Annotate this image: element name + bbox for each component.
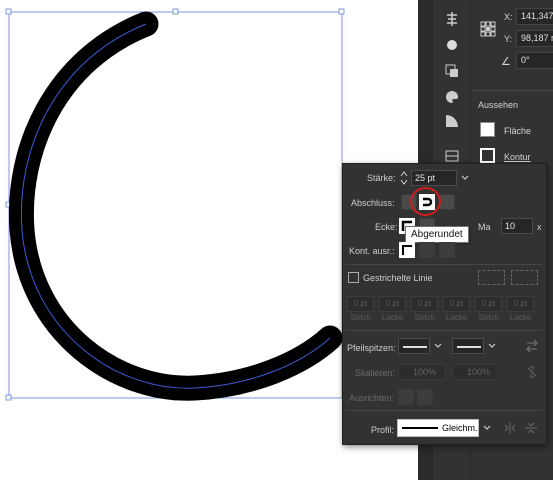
dash-field-3[interactable]: 0 pt: [475, 296, 502, 312]
gap-field-3[interactable]: 0 pt: [507, 296, 534, 312]
arrowheads-label: Pfeilspitzen:: [347, 343, 396, 353]
gradient-icon[interactable]: [441, 110, 463, 132]
chevron-down-icon[interactable]: [432, 339, 444, 353]
projecting-cap-button[interactable]: [439, 194, 455, 210]
dash-field-2[interactable]: 0 pt: [411, 296, 438, 312]
dash-field-1[interactable]: 0 pt: [347, 296, 374, 312]
gap-label-3: Lücke: [509, 313, 532, 322]
align-arrows-label: Ausrichten:: [349, 393, 395, 403]
fill-label: Fläche: [504, 126, 532, 136]
symbols-icon[interactable]: [441, 34, 463, 56]
weight-label: Stärke:: [367, 173, 396, 183]
limit-label: Ma: [478, 222, 491, 232]
arrow-tip-at-end-button[interactable]: [417, 389, 433, 405]
stroke-swatch[interactable]: [480, 148, 495, 163]
align-center-button[interactable]: [399, 242, 415, 258]
align-inside-button[interactable]: [419, 242, 435, 258]
preserve-dash-button[interactable]: [478, 270, 505, 285]
end-arrowhead-select[interactable]: [452, 338, 484, 354]
stroked-arc-path[interactable]: [8, 11, 343, 401]
reference-point-icon[interactable]: [477, 18, 499, 40]
tooltip: Abgerundet: [405, 226, 469, 243]
section-divider: [471, 90, 553, 91]
angle-icon: ∠: [501, 56, 511, 68]
chevron-down-icon[interactable]: [459, 171, 471, 185]
swap-arrowheads-icon[interactable]: [525, 339, 539, 353]
dashed-line-checkbox[interactable]: [348, 272, 359, 283]
section-divider: [346, 410, 542, 411]
x-label: X:: [504, 12, 513, 22]
align-stroke-label: Kont. ausr.:: [349, 246, 395, 256]
bbox-handle-tm[interactable]: [172, 8, 179, 15]
section-divider: [346, 264, 542, 265]
start-scale-field[interactable]: 100%: [398, 364, 446, 380]
color-palette-icon[interactable]: [441, 86, 463, 108]
x-position-field[interactable]: 141,347: [516, 8, 553, 25]
align-dash-button[interactable]: [511, 270, 538, 285]
y-label: Y:: [504, 34, 513, 44]
dash-label-1: Strich: [350, 313, 371, 322]
appearance-title: Aussehen: [478, 100, 519, 110]
scale-label: Skalieren:: [355, 368, 396, 378]
chevron-down-icon[interactable]: [486, 339, 498, 353]
fill-swatch[interactable]: [480, 122, 495, 137]
section-divider: [346, 330, 542, 331]
dashed-line-label: Gestrichelte Linie: [363, 273, 433, 283]
bbox-handle-tr[interactable]: [338, 8, 345, 15]
gap-field-1[interactable]: 0 pt: [379, 296, 406, 312]
corner-label: Ecke:: [375, 222, 398, 232]
align-icon[interactable]: [441, 8, 463, 30]
limit-field[interactable]: 10: [501, 218, 533, 234]
gap-field-2[interactable]: 0 pt: [443, 296, 470, 312]
flip-along-icon[interactable]: [503, 421, 517, 435]
profile-label: Profil:: [371, 425, 395, 435]
dash-label-2: Strich: [414, 313, 435, 322]
dash-label-3: Strich: [478, 313, 499, 322]
flip-across-icon[interactable]: [524, 421, 538, 435]
gap-label-1: Lücke: [381, 313, 404, 322]
start-arrowhead-select[interactable]: [398, 338, 430, 354]
gap-label-2: Lücke: [445, 313, 468, 322]
bbox-handle-bl[interactable]: [5, 394, 12, 401]
artboards-icon[interactable]: [441, 60, 463, 82]
chevron-down-icon[interactable]: [481, 421, 493, 435]
weight-field[interactable]: 25 pt: [411, 170, 457, 186]
arrow-tip-beyond-button[interactable]: [398, 389, 414, 405]
rotation-field[interactable]: 0°: [516, 52, 553, 69]
y-position-field[interactable]: 98,187 r: [516, 30, 553, 47]
bbox-handle-tl[interactable]: [5, 8, 12, 15]
end-scale-field[interactable]: 100%: [452, 364, 498, 380]
limit-unit: x: [537, 222, 542, 232]
cap-label: Abschluss:: [351, 198, 395, 208]
link-scale-icon[interactable]: [525, 365, 539, 379]
align-outside-button[interactable]: [439, 242, 455, 258]
profile-preview-line: [402, 427, 438, 429]
red-highlight-circle: [410, 187, 441, 216]
weight-stepper[interactable]: [399, 169, 409, 187]
stroke-label-link[interactable]: Kontur: [504, 152, 531, 162]
